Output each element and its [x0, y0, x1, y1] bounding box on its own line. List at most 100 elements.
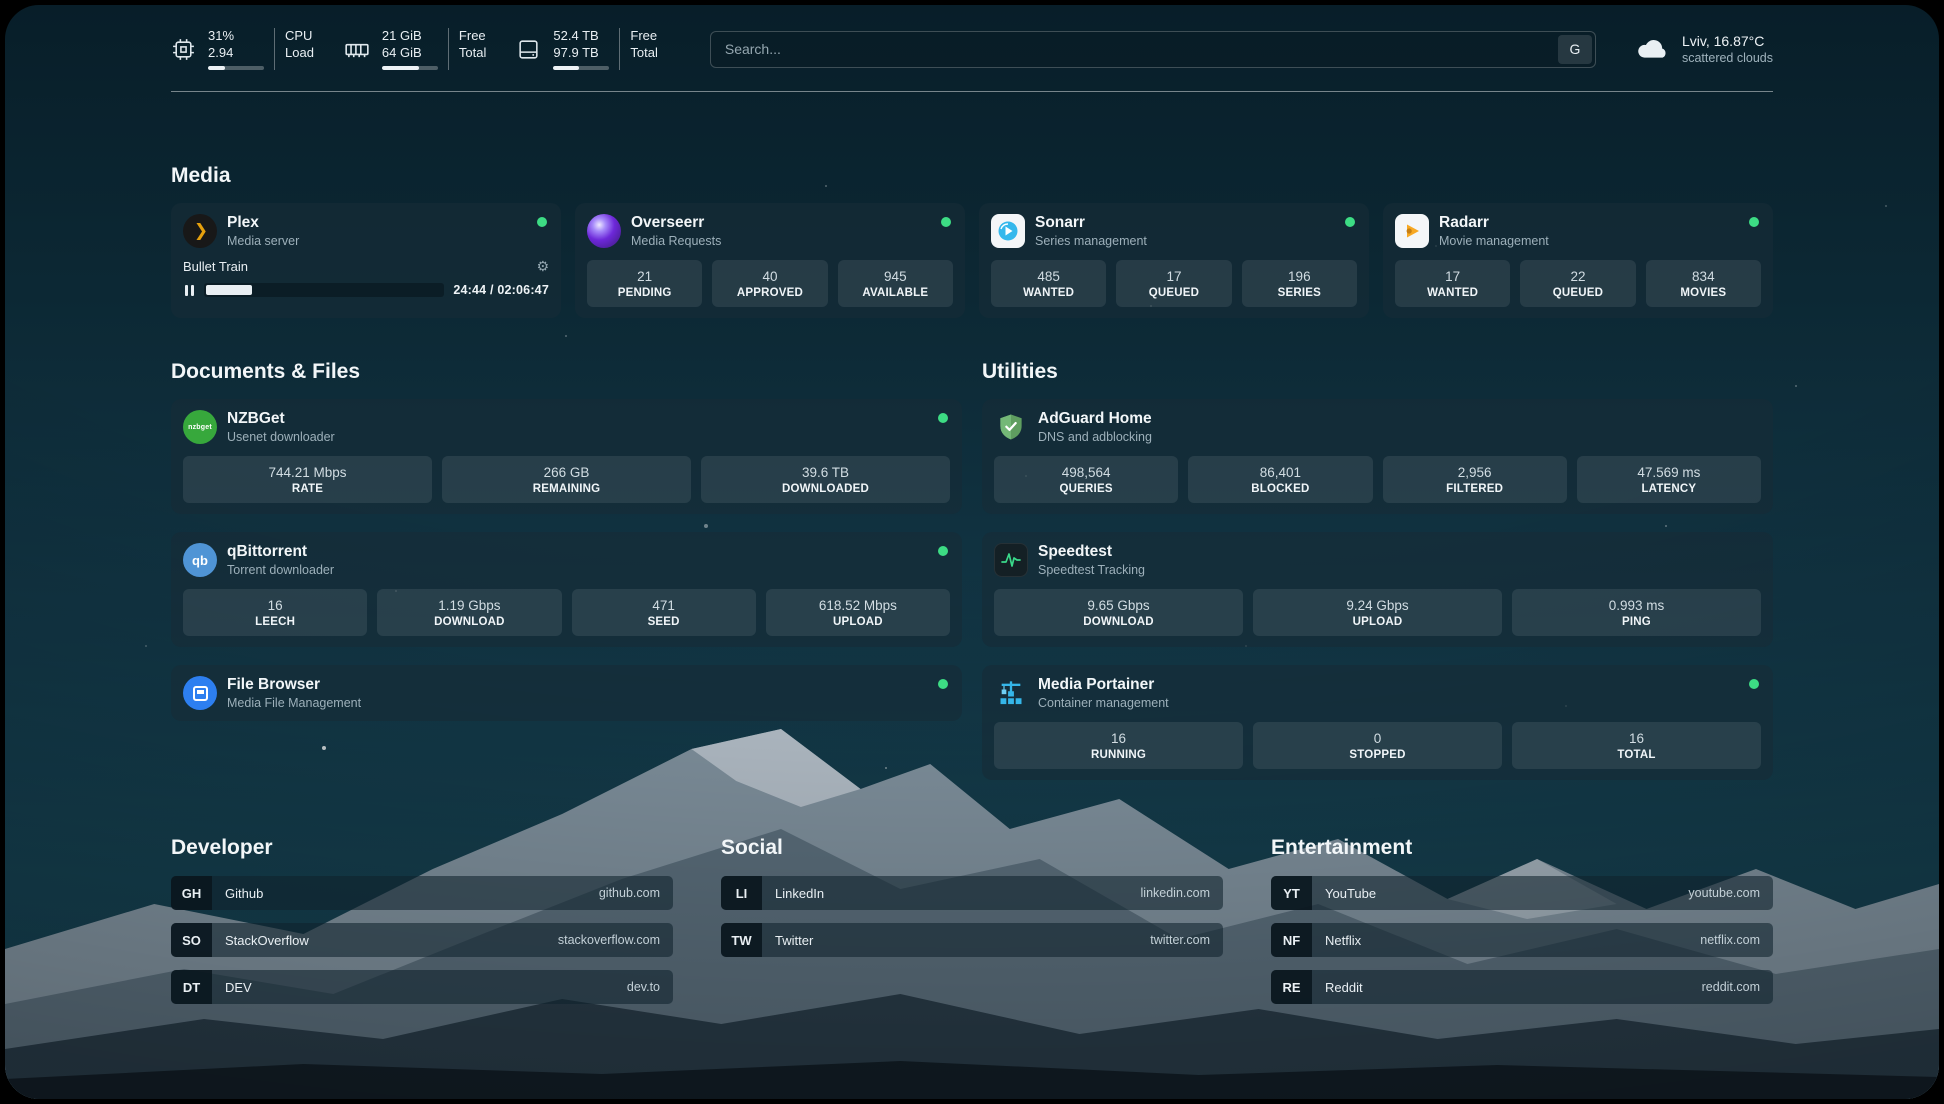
speedtest-icon — [994, 543, 1028, 577]
disk-label-1: Free — [630, 28, 657, 45]
qbittorrent-stat-download: 1.19 GbpsDOWNLOAD — [377, 589, 561, 636]
bookmark-linkedin[interactable]: LI LinkedIn linkedin.com — [721, 876, 1223, 910]
nzbget-stat-rate: 744.21 MbpsRATE — [183, 456, 432, 503]
plex-now-playing: Bullet Train — [183, 259, 248, 274]
cpu-usage-value: 31% — [208, 28, 264, 45]
radarr-icon — [1395, 214, 1429, 248]
cloud-icon — [1634, 34, 1670, 65]
radarr-stat-movies: 834MOVIES — [1646, 260, 1761, 307]
plex-elapsed-time: 24:44 / 02:06:47 — [453, 283, 549, 297]
documents-section: Documents & Files nzbget NZBGet Usenet d… — [171, 360, 962, 721]
nzbget-stat-downloaded: 39.6 TBDOWNLOADED — [701, 456, 950, 503]
youtube-abbr: YT — [1271, 876, 1312, 910]
portainer-card[interactable]: Media Portainer Container management 16R… — [982, 665, 1773, 780]
overseerr-status-dot — [941, 217, 951, 227]
overseerr-stat-available: 945AVAILABLE — [838, 260, 953, 307]
qbittorrent-stat-seed: 471SEED — [572, 589, 756, 636]
speedtest-card[interactable]: Speedtest Speedtest Tracking 9.65 GbpsDO… — [982, 532, 1773, 647]
nzbget-subtitle: Usenet downloader — [227, 430, 335, 444]
speedtest-subtitle: Speedtest Tracking — [1038, 563, 1145, 577]
qbittorrent-stat-leech: 16LEECH — [183, 589, 367, 636]
nzbget-card[interactable]: nzbget NZBGet Usenet downloader 744.21 M… — [171, 399, 962, 514]
adguard-name: AdGuard Home — [1038, 410, 1152, 428]
memory-progress-bar — [382, 66, 438, 70]
sonarr-stat-series: 196SERIES — [1242, 260, 1357, 307]
linkedin-abbr: LI — [721, 876, 762, 910]
social-section-title: Social — [721, 836, 1223, 860]
qbittorrent-name: qBittorrent — [227, 543, 334, 561]
portainer-status-dot — [1749, 679, 1759, 689]
cpu-widget: 31% 2.94 CPU Load — [171, 28, 314, 71]
filebrowser-icon — [183, 676, 217, 710]
speedtest-stat-upload: 9.24 GbpsUPLOAD — [1253, 589, 1502, 636]
plex-card[interactable]: ❯ Plex Media server Bullet Train ⚙ 24:44… — [171, 203, 561, 318]
bookmark-twitter[interactable]: TW Twitter twitter.com — [721, 923, 1223, 957]
portainer-name: Media Portainer — [1038, 676, 1169, 694]
portainer-crane-icon — [994, 676, 1028, 710]
qbittorrent-stat-upload: 618.52 MbpsUPLOAD — [766, 589, 950, 636]
sonarr-icon — [991, 214, 1025, 248]
cpu-label-1: CPU — [285, 28, 314, 45]
bookmark-netflix[interactable]: NF Netflix netflix.com — [1271, 923, 1773, 957]
disk-icon — [516, 37, 541, 62]
qbittorrent-icon: qb — [183, 543, 217, 577]
sonarr-subtitle: Series management — [1035, 234, 1147, 248]
radarr-name: Radarr — [1439, 214, 1549, 232]
sonarr-status-dot — [1345, 217, 1355, 227]
filebrowser-subtitle: Media File Management — [227, 696, 361, 710]
disk-total-value: 97.9 TB — [553, 45, 609, 62]
entertainment-section-title: Entertainment — [1271, 836, 1773, 860]
bookmark-reddit[interactable]: RE Reddit reddit.com — [1271, 970, 1773, 1004]
nzbget-status-dot — [938, 413, 948, 423]
filebrowser-card[interactable]: File Browser Media File Management — [171, 665, 962, 721]
bookmark-dev[interactable]: DT DEV dev.to — [171, 970, 673, 1004]
weather-location-temp: Lviv, 16.87°C — [1682, 33, 1773, 49]
plex-playback-progress[interactable] — [204, 283, 444, 297]
media-section: ❯ Plex Media server Bullet Train ⚙ 24:44… — [171, 203, 1773, 318]
search-input[interactable] — [710, 31, 1596, 68]
nzbget-stat-remaining: 266 GBREMAINING — [442, 456, 691, 503]
disk-progress-bar — [553, 66, 609, 70]
qbittorrent-subtitle: Torrent downloader — [227, 563, 334, 577]
documents-section-title: Documents & Files — [171, 360, 962, 384]
overseerr-card[interactable]: Overseerr Media Requests 21PENDING 40APP… — [575, 203, 965, 318]
search-provider-button[interactable]: G — [1558, 35, 1592, 64]
adguard-stat-queries: 498,564QUERIES — [994, 456, 1178, 503]
adguard-shield-icon — [994, 410, 1028, 444]
portainer-stat-stopped: 0STOPPED — [1253, 722, 1502, 769]
overseerr-stat-approved: 40APPROVED — [712, 260, 827, 307]
reddit-abbr: RE — [1271, 970, 1312, 1004]
speedtest-stat-download: 9.65 GbpsDOWNLOAD — [994, 589, 1243, 636]
utilities-section-title: Utilities — [982, 360, 1773, 384]
filebrowser-status-dot — [938, 679, 948, 689]
adguard-subtitle: DNS and adblocking — [1038, 430, 1152, 444]
weather-condition: scattered clouds — [1682, 51, 1773, 65]
search-bar: G — [710, 31, 1596, 68]
adguard-stat-latency: 47.569 msLATENCY — [1577, 456, 1761, 503]
radarr-card[interactable]: Radarr Movie management 17WANTED 22QUEUE… — [1383, 203, 1773, 318]
overseerr-name: Overseerr — [631, 214, 721, 232]
adguard-card[interactable]: AdGuard Home DNS and adblocking 498,564Q… — [982, 399, 1773, 514]
top-bar: 31% 2.94 CPU Load — [171, 5, 1773, 61]
plex-icon: ❯ — [183, 214, 217, 248]
bookmark-youtube[interactable]: YT YouTube youtube.com — [1271, 876, 1773, 910]
bookmark-stackoverflow[interactable]: SO StackOverflow stackoverflow.com — [171, 923, 673, 957]
cpu-label-2: Load — [285, 45, 314, 62]
memory-label-2: Total — [459, 45, 486, 62]
sonarr-name: Sonarr — [1035, 214, 1147, 232]
bookmark-github[interactable]: GH Github github.com — [171, 876, 673, 910]
qbittorrent-status-dot — [938, 546, 948, 556]
plex-name: Plex — [227, 214, 299, 232]
github-abbr: GH — [171, 876, 212, 910]
gear-icon[interactable]: ⚙ — [536, 258, 549, 275]
nzbget-name: NZBGet — [227, 410, 335, 428]
sonarr-card[interactable]: Sonarr Series management 485WANTED 17QUE… — [979, 203, 1369, 318]
sonarr-stat-wanted: 485WANTED — [991, 260, 1106, 307]
cpu-icon — [171, 37, 196, 62]
memory-icon — [344, 36, 370, 62]
pause-icon[interactable] — [183, 285, 195, 296]
dashboard: 31% 2.94 CPU Load — [5, 5, 1939, 1099]
qbittorrent-card[interactable]: qb qBittorrent Torrent downloader 16LEEC… — [171, 532, 962, 647]
memory-total-value: 64 GiB — [382, 45, 438, 62]
overseerr-icon — [587, 214, 621, 248]
